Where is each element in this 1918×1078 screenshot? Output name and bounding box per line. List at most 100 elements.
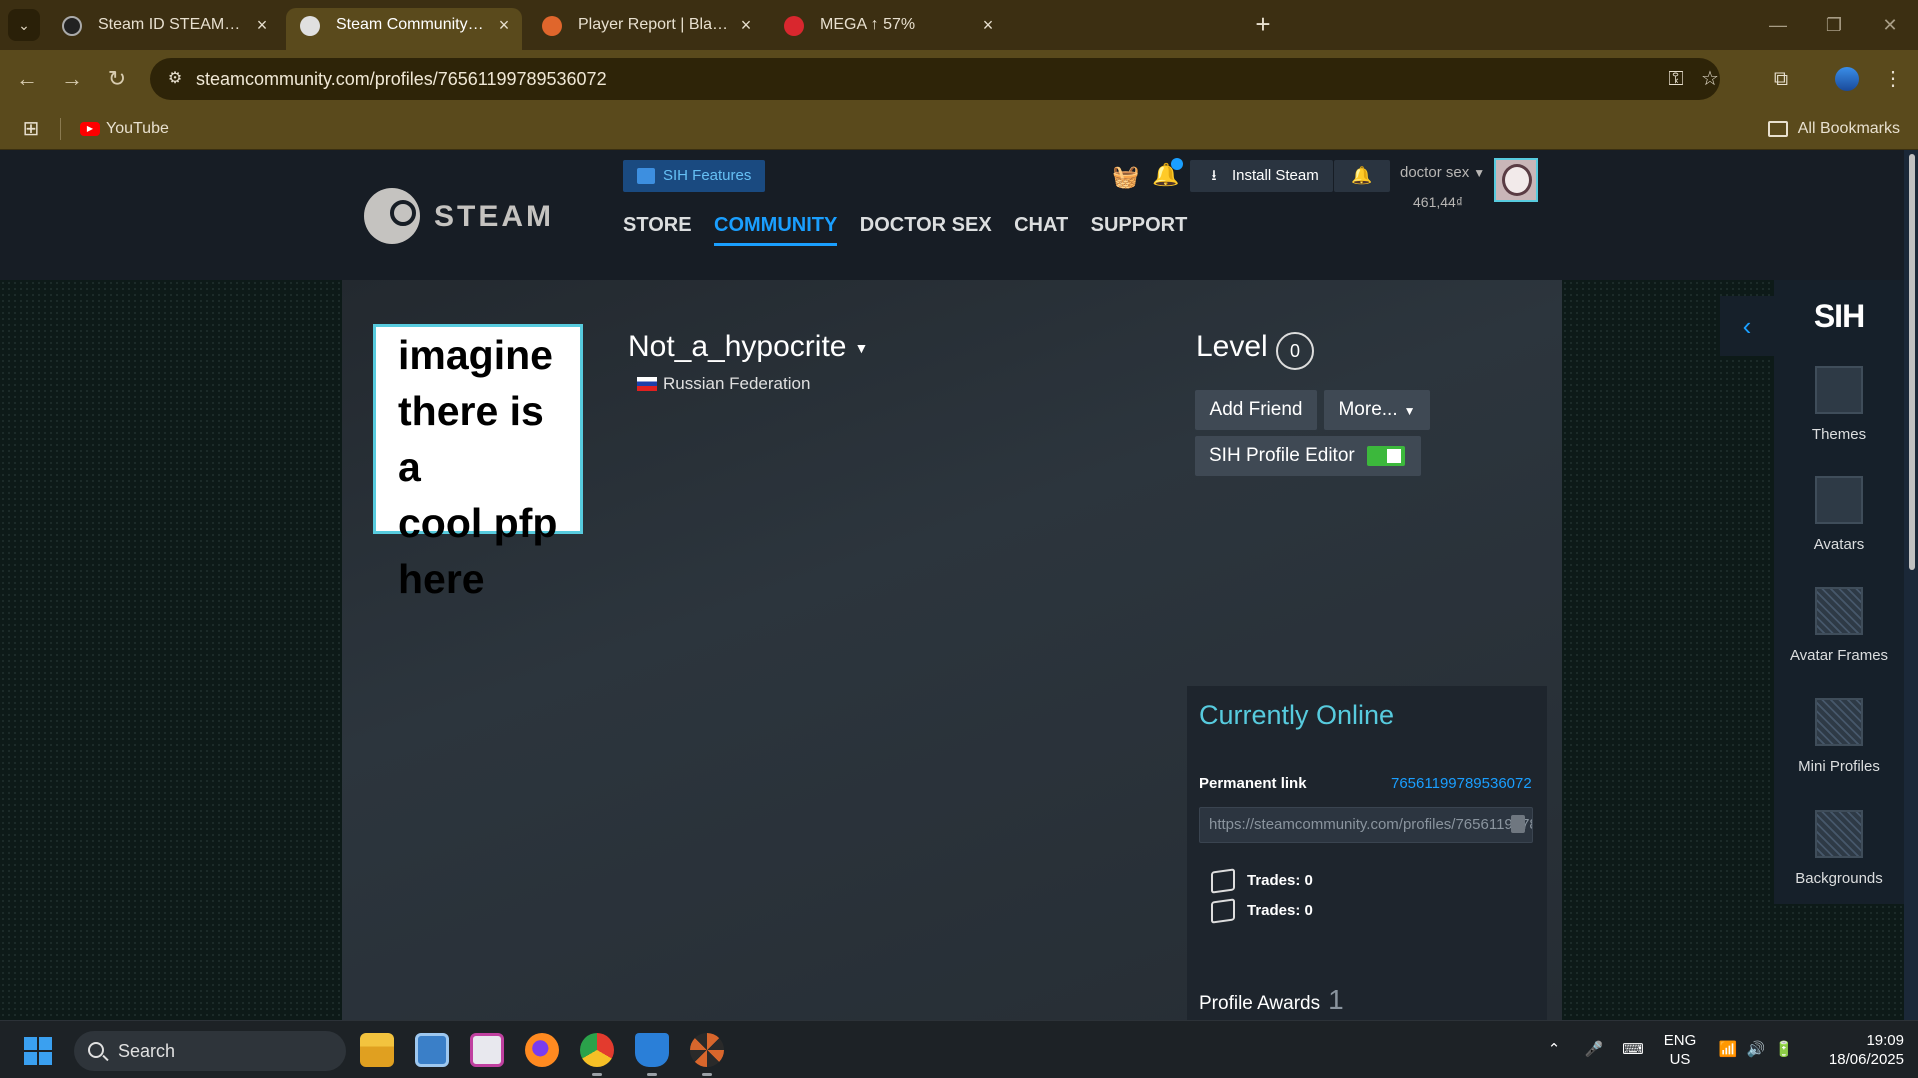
taskbar-search[interactable]: Search [74,1031,346,1071]
background-icon [1815,810,1863,858]
system-clock[interactable]: 19:09 18/06/2025 [1800,1031,1904,1069]
sih-tool-mini-profiles[interactable]: Mini Profiles [1774,698,1904,775]
show-hidden-icons-chevron-icon[interactable]: ⌃ [1542,1021,1566,1078]
install-steam-button[interactable]: ⭳ Install Steam [1190,160,1333,192]
address-bar[interactable]: ⚙ steamcommunity.com/profiles/7656119978… [150,58,1720,100]
tf2-icon[interactable] [690,1033,724,1076]
steam-favicon-icon [300,16,320,36]
tab-mega[interactable]: MEGA ↑ 57% × [770,8,1006,42]
url-text[interactable]: steamcommunity.com/profiles/765611997895… [196,58,607,100]
sih-features-button[interactable]: SIH Features [623,160,766,192]
install-steam-label: Install Steam [1232,167,1319,184]
battery-icon[interactable]: 🔋 [1772,1021,1796,1078]
sih-tool-avatars[interactable]: Avatars [1774,476,1904,553]
mega-favicon-icon [784,16,804,36]
header-avatar[interactable] [1494,158,1538,202]
apps-grid-icon[interactable]: ⊞ [20,118,42,140]
tab-steam-id[interactable]: Steam ID STEAM_0:0:914635172 × [48,8,280,42]
sih-tool-label: Themes [1811,426,1867,443]
more-label: More... [1338,399,1398,420]
browser-toolbar: ← → ↻ ⚙ steamcommunity.com/profiles/7656… [0,50,1918,108]
sih-profile-editor-button[interactable]: SIH Profile Editor [1195,436,1421,476]
profile-avatar[interactable]: imagine there is a cool pfp here [373,324,583,602]
copy-icon[interactable] [1511,815,1525,833]
more-button[interactable]: More... ▼ [1324,390,1430,430]
volume-icon[interactable]: 🔊 [1744,1021,1768,1078]
themes-icon [1815,366,1863,414]
notifications-button[interactable]: 🔔 [1334,160,1390,192]
close-icon[interactable]: × [252,8,272,42]
snipping-tool-icon[interactable] [470,1033,504,1067]
trades-row: Trades: 0 [1211,868,1313,894]
sih-tool-label: Mini Profiles [1798,758,1880,775]
sih-tool-themes[interactable]: Themes [1774,366,1904,443]
folder-icon [1767,121,1788,137]
box-icon [1211,898,1235,924]
windows-taskbar: Search ⌃ 🎤 ⌨ ENG US 📶 🔊 🔋 19:09 18/06/20… [0,1020,1918,1078]
language-text: ENG [1663,1032,1697,1049]
close-icon[interactable]: × [978,8,998,42]
nav-support[interactable]: SUPPORT [1091,205,1188,245]
keyboard-icon[interactable]: ⌨ [1620,1021,1646,1078]
permanent-link-input[interactable]: https://steamcommunity.com/profiles/7656… [1199,807,1533,843]
nav-chat[interactable]: CHAT [1014,205,1068,245]
app-shield-icon[interactable] [635,1033,669,1076]
close-icon[interactable]: × [736,8,756,42]
tab-search-dropdown-icon[interactable]: ⌄ [8,9,40,41]
bookmark-star-icon[interactable]: ☆ [1698,67,1722,91]
nav-community[interactable]: COMMUNITY [714,207,838,246]
tab-player-report[interactable]: Player Report | BlackWonder.TF × [528,8,764,42]
scrollbar-thumb[interactable] [1909,154,1915,570]
forward-icon[interactable]: → [55,62,89,96]
search-label: Search [118,1041,176,1061]
windows-start-icon[interactable] [24,1037,52,1065]
new-tab-button[interactable]: + [1246,8,1280,42]
shopping-cart-icon[interactable]: 🧺 [1112,164,1139,189]
sih-panel-collapse-button[interactable]: ‹ [1720,296,1774,356]
wallet-balance[interactable]: 461,44₫ [1413,194,1463,210]
chrome-icon[interactable] [580,1033,614,1076]
level-badge[interactable]: 0 [1276,332,1314,370]
password-key-icon[interactable]: ⚿ [1664,67,1688,91]
wifi-icon[interactable]: 📶 [1716,1021,1740,1078]
sih-tool-label: Avatars [1813,536,1865,553]
browser-menu-icon[interactable]: ⋮ [1876,62,1910,96]
language-indicator[interactable]: ENG US [1660,1031,1700,1069]
add-friend-button[interactable]: Add Friend [1195,390,1317,430]
nav-store[interactable]: STORE [623,205,692,245]
chevron-down-icon: ▼ [1473,166,1486,180]
nav-user[interactable]: DOCTOR SEX [860,205,992,245]
tf2-favicon-icon [542,16,562,36]
persona-name[interactable]: Not_a_hypocrite ▼ [628,330,868,364]
site-info-icon[interactable]: ⚙ [164,68,186,90]
profile-icon[interactable] [1830,62,1864,96]
youtube-icon: ▶ [80,122,100,136]
firefox-icon[interactable] [525,1033,559,1067]
account-menu[interactable]: doctor sex ▼ [1400,164,1485,181]
bookmark-youtube[interactable]: ▶ YouTube [80,108,169,150]
file-explorer-icon[interactable] [360,1033,394,1067]
minimize-icon[interactable]: — [1750,8,1806,42]
bookmarks-divider [60,118,61,140]
back-icon[interactable]: ← [10,62,44,96]
close-icon[interactable]: × [494,8,514,42]
sih-profile-editor-toggle[interactable] [1367,446,1405,466]
profile-location: Russian Federation [637,374,810,394]
chevron-down-icon[interactable]: ▼ [854,340,868,356]
profile-awards-header[interactable]: Profile Awards 1 [1199,984,1344,1016]
control-panel-icon[interactable] [415,1033,449,1067]
steam-logo[interactable]: STEAM [364,188,551,244]
all-bookmarks-button[interactable]: All Bookmarks [1767,108,1900,150]
trades-row: Trades: 0 [1211,898,1313,924]
sih-tool-backgrounds[interactable]: Backgrounds [1774,810,1904,887]
reload-icon[interactable]: ↻ [100,62,134,96]
sih-tool-avatar-frames[interactable]: Avatar Frames [1774,587,1904,664]
sih-tool-label: Backgrounds [1795,870,1883,887]
permanent-link-id[interactable]: 76561199789536072 [1391,775,1532,792]
tab-steam-community[interactable]: Steam Community :: Not_a_hypocrite × [286,8,522,50]
extensions-icon[interactable]: ⧉ [1764,62,1798,96]
microphone-icon[interactable]: 🎤 [1582,1021,1606,1078]
steam-logo-icon [364,188,420,244]
restore-icon[interactable]: ❐ [1806,8,1862,42]
close-window-icon[interactable]: ✕ [1862,8,1918,42]
